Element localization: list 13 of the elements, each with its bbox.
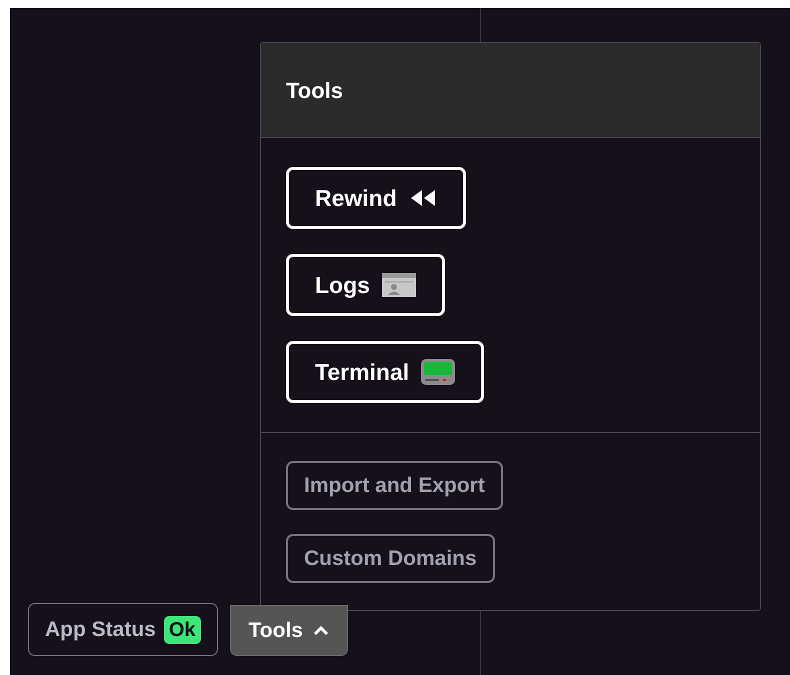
menu-button[interactable]: Import and Export xyxy=(286,461,503,510)
status-value: Ok xyxy=(164,616,201,644)
document-icon xyxy=(382,273,416,297)
menu-button[interactable]: Custom Domains xyxy=(286,534,495,583)
tools-button[interactable]: Tools xyxy=(230,605,348,656)
menu-title: Tools xyxy=(286,76,344,104)
chevron-icon xyxy=(312,626,329,636)
tool-button[interactable]: Terminal xyxy=(286,341,484,403)
rewind-icon xyxy=(408,189,437,207)
tool-button[interactable]: Logs xyxy=(286,254,445,316)
terminal-icon xyxy=(421,359,456,385)
tool-button[interactable]: Rewind xyxy=(286,167,466,229)
app-status-label: App Status xyxy=(45,616,156,643)
